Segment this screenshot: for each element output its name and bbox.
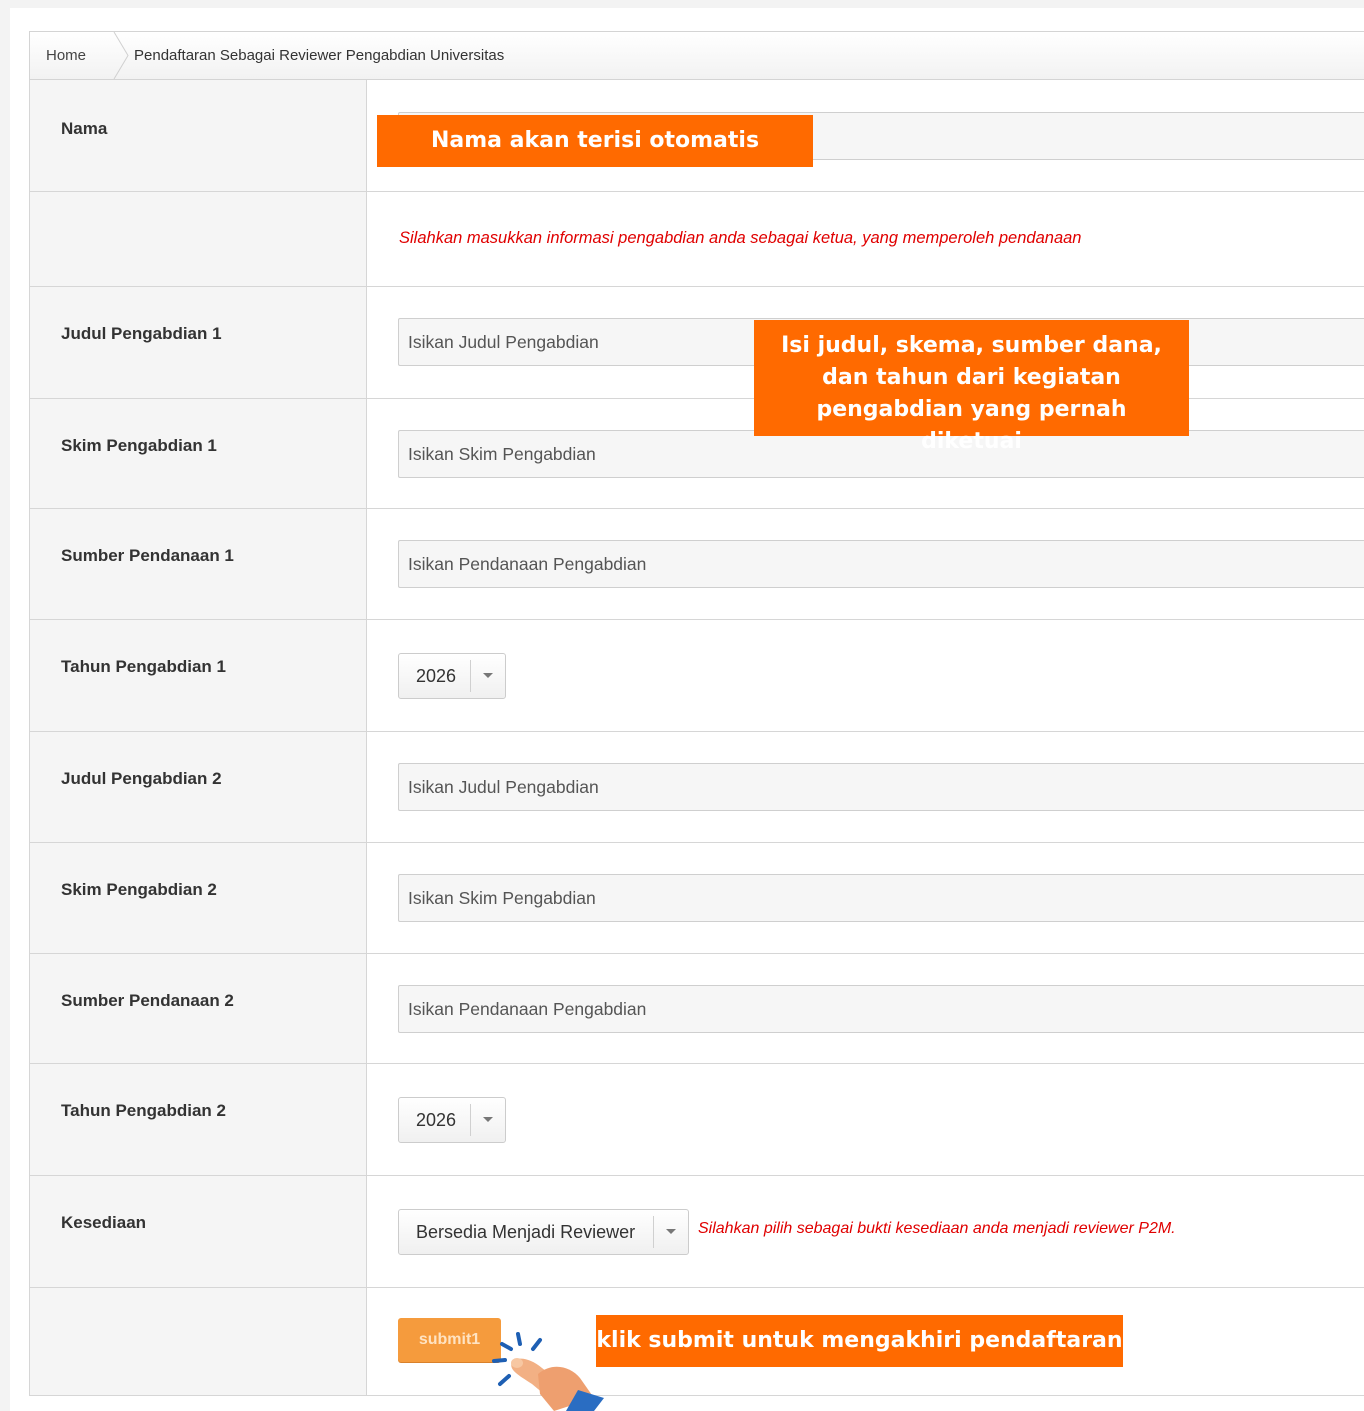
- registration-form: Nama Silahkan masukkan informasi pengabd…: [29, 80, 1364, 1396]
- tahun-pengabdian-2-value: 2026: [416, 1110, 457, 1130]
- pointing-hand-icon: [492, 1332, 604, 1411]
- form-row-kesediaan: Kesediaan Bersedia Menjadi Reviewer Sila…: [30, 1176, 1364, 1288]
- judul-pengabdian-1-label: Judul Pengabdian 1: [61, 324, 222, 343]
- skim-pengabdian-1-label: Skim Pengabdian 1: [61, 436, 217, 455]
- form-row-skim-2: Skim Pengabdian 2 Isikan Skim Pengabdian: [30, 843, 1364, 954]
- sumber-pendanaan-2-label: Sumber Pendanaan 2: [61, 991, 234, 1010]
- judul-pengabdian-2-input[interactable]: Isikan Judul Pengabdian: [398, 763, 1364, 811]
- sumber-pendanaan-1-input[interactable]: Isikan Pendanaan Pengabdian: [398, 540, 1364, 588]
- tahun-pengabdian-1-select[interactable]: 2026: [398, 653, 506, 699]
- info-hint-text: Silahkan masukkan informasi pengabdian a…: [399, 229, 1082, 247]
- form-row-sumber-1: Sumber Pendanaan 1 Isikan Pendanaan Peng…: [30, 509, 1364, 620]
- breadcrumb-home-link[interactable]: Home: [46, 47, 86, 64]
- callout-submit: klik submit untuk mengakhiri pendaftaran: [596, 1315, 1123, 1367]
- breadcrumb: Home Pendaftaran Sebagai Reviewer Pengab…: [29, 31, 1364, 80]
- skim-pengabdian-2-label: Skim Pengabdian 2: [61, 880, 217, 899]
- kesediaan-hint-text: Silahkan pilih sebagai bukti kesediaan a…: [698, 1220, 1176, 1237]
- kesediaan-value: Bersedia Menjadi Reviewer: [416, 1222, 636, 1242]
- tahun-pengabdian-2-select[interactable]: 2026: [398, 1097, 506, 1143]
- kesediaan-select[interactable]: Bersedia Menjadi Reviewer: [398, 1209, 689, 1255]
- caret-down-icon: [483, 1117, 493, 1122]
- tahun-pengabdian-1-value: 2026: [416, 666, 457, 686]
- form-row-judul-2: Judul Pengabdian 2 Isikan Judul Pengabdi…: [30, 732, 1364, 843]
- caret-down-icon: [483, 673, 493, 678]
- form-row-tahun-1: Tahun Pengabdian 1 2026: [30, 620, 1364, 732]
- callout-fill-info: Isi judul, skema, sumber dana, dan tahun…: [754, 320, 1189, 454]
- form-row-sumber-2: Sumber Pendanaan 2 Isikan Pendanaan Peng…: [30, 954, 1364, 1064]
- nama-label: Nama: [61, 119, 108, 138]
- kesediaan-label: Kesediaan: [61, 1213, 147, 1232]
- sumber-pendanaan-2-input[interactable]: Isikan Pendanaan Pengabdian: [398, 985, 1364, 1033]
- breadcrumb-current-page: Pendaftaran Sebagai Reviewer Pengabdian …: [134, 47, 505, 64]
- skim-pengabdian-2-input[interactable]: Isikan Skim Pengabdian: [398, 874, 1364, 922]
- judul-pengabdian-2-label: Judul Pengabdian 2: [61, 769, 222, 788]
- tahun-pengabdian-2-label: Tahun Pengabdian 2: [61, 1101, 226, 1120]
- caret-down-icon: [666, 1229, 676, 1234]
- tahun-pengabdian-1-label: Tahun Pengabdian 1: [61, 657, 226, 676]
- form-row-tahun-2: Tahun Pengabdian 2 2026: [30, 1064, 1364, 1176]
- sumber-pendanaan-1-label: Sumber Pendanaan 1: [61, 546, 234, 565]
- skim-pengabdian-1-input[interactable]: Isikan Skim Pengabdian: [398, 430, 1364, 478]
- breadcrumb-separator-icon: [113, 32, 129, 79]
- form-row-info: Silahkan masukkan informasi pengabdian a…: [30, 192, 1364, 287]
- callout-nama: Nama akan terisi otomatis: [377, 115, 813, 167]
